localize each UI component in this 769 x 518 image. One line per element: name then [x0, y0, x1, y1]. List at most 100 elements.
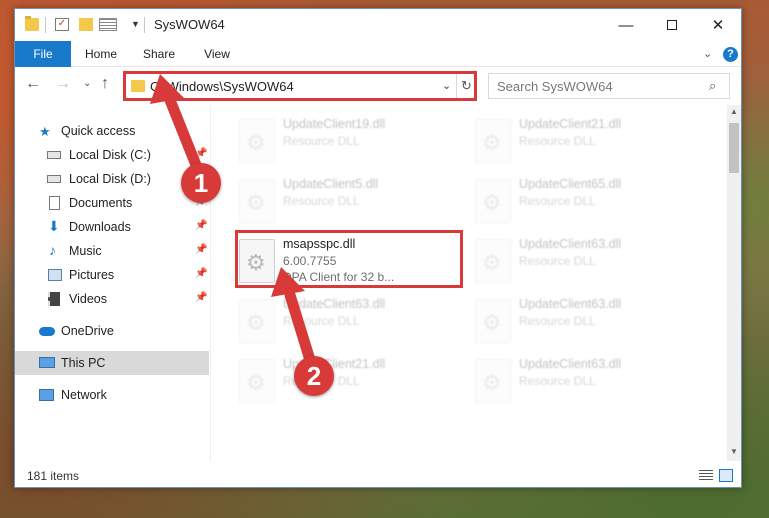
vertical-scrollbar[interactable]: ▲ ▼	[727, 105, 741, 461]
tab-home[interactable]: Home	[79, 41, 123, 67]
divider	[144, 17, 145, 33]
sidebar-item-videos[interactable]: Videos 📌	[15, 287, 209, 311]
file-item[interactable]: UpdateClient65.dll Resource DLL	[471, 173, 701, 229]
item-count: 181 items	[27, 469, 80, 483]
pin-icon: 📌	[195, 268, 208, 279]
forward-arrow-icon[interactable]: →	[55, 75, 71, 93]
step-badge-2: 2	[294, 356, 334, 396]
tab-share[interactable]: Share	[137, 41, 181, 67]
dll-file-icon	[475, 119, 511, 163]
sidebar-item-label: Pictures	[69, 268, 115, 282]
navigation-pane: ★ Quick access Local Disk (C:) 📌 Local D…	[15, 105, 211, 461]
dll-file-icon	[239, 299, 275, 343]
file-name: UpdateClient65.dll	[519, 177, 622, 191]
cloud-icon	[39, 327, 55, 336]
file-list: UpdateClient19.dll Resource DLL UpdateCl…	[215, 105, 727, 461]
file-description: DPA Client for 32 b...	[283, 270, 395, 284]
expand-ribbon-icon[interactable]: ⌄	[703, 47, 712, 60]
file-item[interactable]: UpdateClient5.dll Resource DLL	[235, 173, 465, 229]
file-version: 6.00.7755	[283, 254, 337, 268]
back-arrow-icon[interactable]: ←	[25, 75, 41, 93]
sidebar-item-label: Documents	[69, 196, 133, 210]
help-icon[interactable]: ?	[723, 47, 738, 62]
file-item[interactable]: UpdateClient21.dll Resource DLL	[235, 353, 465, 409]
file-item[interactable]: UpdateClient63.dll Resource DLL	[471, 353, 701, 409]
sidebar-item-label: Music	[69, 244, 102, 258]
file-item[interactable]: UpdateClient63.dll Resource DLL	[471, 293, 701, 349]
file-name: UpdateClient63.dll	[519, 237, 622, 251]
details-view-icon[interactable]	[699, 470, 713, 481]
file-description: Resource DLL	[519, 374, 596, 388]
tab-view[interactable]: View	[195, 41, 239, 67]
sidebar-item-onedrive[interactable]: OneDrive	[15, 319, 209, 343]
maximize-button[interactable]	[649, 9, 695, 41]
document-icon	[49, 196, 60, 210]
address-path[interactable]: C:\Windows\SysWOW64	[150, 79, 294, 94]
close-button[interactable]: ✕	[695, 9, 741, 41]
customize-quick-access-icon[interactable]: ▼	[131, 19, 140, 29]
sidebar-item-downloads[interactable]: ⬇ Downloads 📌	[15, 215, 209, 239]
sidebar-item-local-disk-c[interactable]: Local Disk (C:) 📌	[15, 143, 209, 167]
search-input[interactable]: Search SysWOW64 ⌕	[488, 73, 730, 99]
picture-icon	[48, 269, 62, 281]
file-name: UpdateClient63.dll	[283, 297, 386, 311]
view-options-icon[interactable]	[99, 18, 117, 31]
file-description: Resource DLL	[519, 314, 596, 328]
tiles-view-icon[interactable]	[719, 469, 733, 482]
scroll-up-icon[interactable]: ▲	[730, 107, 738, 116]
dll-file-icon	[239, 119, 275, 163]
new-folder-icon[interactable]	[79, 18, 93, 31]
file-item[interactable]: UpdateClient19.dll Resource DLL	[235, 113, 465, 169]
file-name: UpdateClient63.dll	[519, 357, 622, 371]
sidebar-item-label: This PC	[61, 356, 106, 370]
dll-file-icon	[475, 179, 511, 223]
sidebar-item-quick-access[interactable]: ★ Quick access	[15, 119, 209, 143]
sidebar-item-this-pc[interactable]: This PC	[15, 351, 209, 375]
folder-icon[interactable]	[25, 16, 39, 31]
scroll-down-icon[interactable]: ▼	[730, 447, 738, 456]
file-description: Resource DLL	[519, 134, 596, 148]
file-name: UpdateClient63.dll	[519, 297, 622, 311]
music-icon: ♪	[49, 242, 56, 258]
navigation-bar: ← → ⌄ ↑ C:\Windows\SysWOW64 ⌄ ↻ Search S…	[15, 71, 741, 101]
sidebar-item-label: Downloads	[69, 220, 131, 234]
search-placeholder: Search SysWOW64	[497, 79, 613, 94]
divider	[45, 17, 46, 33]
sidebar-item-label: OneDrive	[61, 324, 114, 338]
properties-icon[interactable]: ✓	[55, 18, 69, 31]
star-icon: ★	[39, 124, 51, 139]
recent-locations-icon[interactable]: ⌄	[83, 78, 91, 89]
file-item[interactable]: UpdateClient63.dll Resource DLL	[235, 293, 465, 349]
sidebar-item-music[interactable]: ♪ Music 📌	[15, 239, 209, 263]
sidebar-item-label: Local Disk (C:)	[69, 148, 151, 162]
file-item[interactable]: UpdateClient63.dll Resource DLL	[471, 233, 701, 289]
sidebar-item-label: Local Disk (D:)	[69, 172, 151, 186]
dll-file-icon	[475, 299, 511, 343]
file-item[interactable]: UpdateClient21.dll Resource DLL	[471, 113, 701, 169]
computer-icon	[39, 357, 55, 368]
video-icon	[48, 292, 60, 306]
refresh-icon[interactable]: ↻	[456, 74, 476, 98]
sidebar-item-network[interactable]: Network	[15, 383, 209, 407]
chevron-down-icon[interactable]: ⌄	[442, 79, 451, 92]
up-arrow-icon[interactable]: ↑	[101, 75, 109, 93]
sidebar-item-local-disk-d[interactable]: Local Disk (D:)	[15, 167, 209, 191]
dll-file-icon	[475, 239, 511, 283]
sidebar-item-documents[interactable]: Documents 📌	[15, 191, 209, 215]
tab-file[interactable]: File	[15, 41, 71, 67]
minimize-button[interactable]: —	[603, 9, 649, 41]
file-description: Resource DLL	[283, 314, 360, 328]
sidebar-item-label: Videos	[69, 292, 107, 306]
scroll-thumb[interactable]	[729, 123, 739, 173]
address-bar[interactable]: C:\Windows\SysWOW64 ⌄ ↻	[125, 73, 475, 99]
sidebar-item-pictures[interactable]: Pictures 📌	[15, 263, 209, 287]
file-item-msapsspc[interactable]: msapsspc.dll 6.00.7755 DPA Client for 32…	[235, 233, 465, 289]
search-icon[interactable]: ⌕	[709, 78, 716, 94]
window-title: SysWOW64	[154, 17, 225, 32]
file-name: UpdateClient19.dll	[283, 117, 386, 131]
status-bar: 181 items	[15, 465, 741, 487]
pin-icon: 📌	[195, 220, 208, 231]
step-badge-1: 1	[181, 163, 221, 203]
ribbon-tabs: File Home Share View ⌄ ?	[15, 41, 741, 67]
file-description: Resource DLL	[519, 194, 596, 208]
